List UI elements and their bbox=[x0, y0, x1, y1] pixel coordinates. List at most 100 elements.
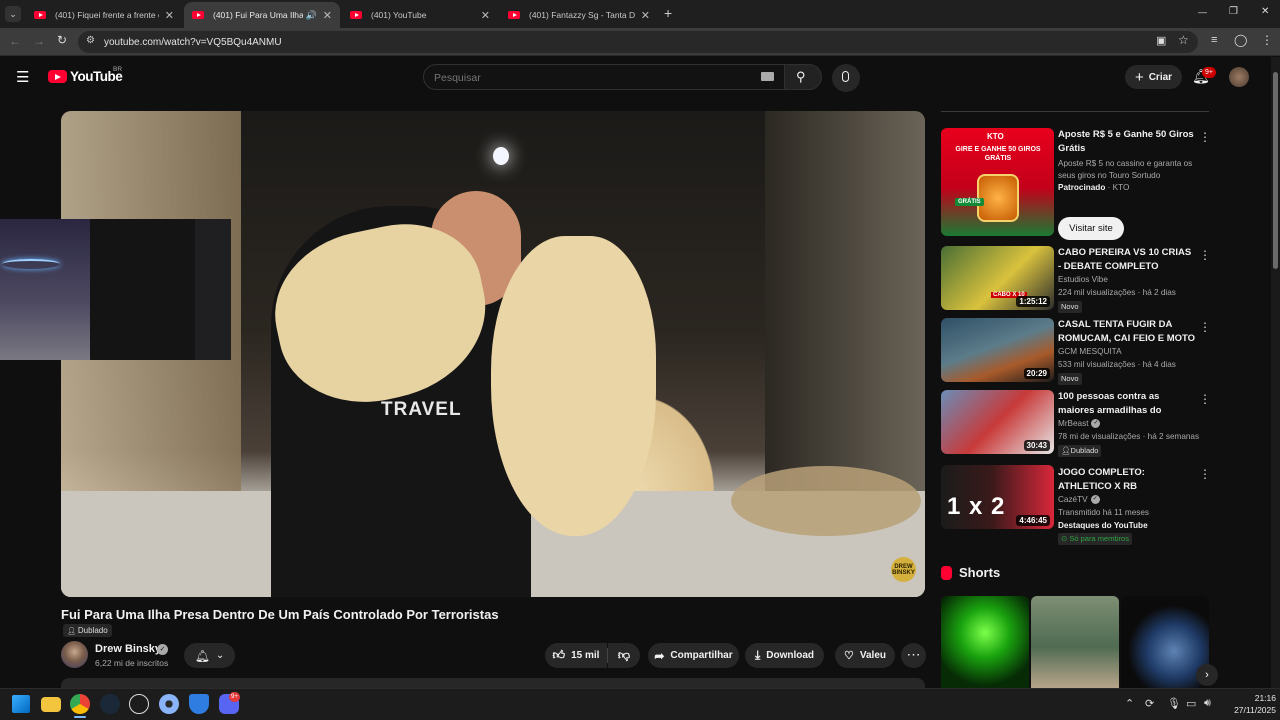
dislike-button[interactable]: 👎︎ bbox=[608, 643, 640, 668]
video-thumbnail[interactable]: CABO X 10 1:25:12 bbox=[941, 246, 1054, 310]
volume-icon[interactable]: 🔊︎ bbox=[1204, 697, 1211, 710]
voice-search-button[interactable] bbox=[832, 64, 860, 92]
settings-gear-icon[interactable] bbox=[159, 694, 179, 714]
more-options-icon[interactable]: ⋮ bbox=[1199, 249, 1211, 261]
url-text[interactable]: youtube.com/watch?v=VQ5BQu4ANMU bbox=[104, 37, 282, 48]
steam-icon[interactable] bbox=[100, 694, 120, 714]
active-app-indicator bbox=[74, 716, 86, 718]
browser-tab[interactable]: (401) YouTube ✕ bbox=[342, 2, 498, 28]
site-info-icon[interactable]: ⚙ bbox=[86, 35, 95, 46]
video-title[interactable]: JOGO COMPLETO: ATHLETICO X RB BRAGANTINO… bbox=[1058, 466, 1196, 493]
taskbar-time[interactable]: 21:16 bbox=[1240, 693, 1276, 703]
channel-watermark[interactable]: DREW BINSKY bbox=[891, 557, 916, 582]
thumbs-down-icon: 👎︎ bbox=[617, 648, 631, 662]
like-button[interactable]: 👍︎ 15 mil bbox=[545, 643, 607, 668]
share-button[interactable]: ➦ Compartilhar bbox=[648, 643, 739, 668]
search-button[interactable]: ⚲ bbox=[784, 64, 822, 90]
security-shield-icon[interactable] bbox=[189, 694, 209, 714]
create-button[interactable]: + Criar bbox=[1125, 65, 1182, 89]
close-tab-icon[interactable]: ✕ bbox=[323, 9, 332, 22]
cast-icon[interactable]: ▣ bbox=[1156, 34, 1166, 47]
video-thumbnail[interactable]: 1 x 2 4:46:45 bbox=[941, 465, 1054, 529]
file-explorer-icon[interactable] bbox=[41, 697, 61, 712]
ad-sponsor-line: Patrocinado · KTO bbox=[1058, 183, 1130, 192]
video-duration: 30:43 bbox=[1023, 440, 1050, 451]
reload-icon[interactable]: ↻ bbox=[57, 33, 67, 47]
bookmark-star-icon[interactable]: ☆ bbox=[1178, 33, 1189, 47]
windows-start-icon[interactable] bbox=[12, 695, 30, 713]
bell-icon: 🔔︎ bbox=[194, 648, 210, 663]
more-options-icon[interactable]: ⋮ bbox=[1199, 321, 1211, 333]
chrome-menu-icon[interactable]: ⋮ bbox=[1261, 33, 1273, 47]
tray-chevron-icon[interactable]: ⌃ bbox=[1125, 697, 1134, 710]
profile-icon[interactable]: ◯ bbox=[1234, 33, 1247, 47]
media-controls-icon[interactable]: ≡ bbox=[1211, 34, 1217, 46]
chrome-icon[interactable] bbox=[70, 694, 90, 714]
shorts-logo-icon bbox=[941, 565, 952, 580]
shorts-next-button[interactable]: › bbox=[1196, 664, 1218, 686]
short-thumbnail[interactable] bbox=[941, 596, 1029, 688]
channel-avatar[interactable] bbox=[61, 641, 88, 668]
tray-microphone-icon[interactable]: 🎙︎ bbox=[1167, 697, 1181, 710]
scrollbar-thumb[interactable] bbox=[1273, 72, 1278, 269]
more-options-icon[interactable]: ⋮ bbox=[1199, 131, 1211, 143]
sponsored-ad[interactable]: KTO GIRE E GANHE 50 GIROS GRÁTIS GRÁTIS … bbox=[941, 128, 1211, 243]
download-button[interactable]: ⤓ Download bbox=[745, 643, 824, 668]
search-input[interactable] bbox=[434, 70, 744, 85]
taskbar-date[interactable]: 27/11/2025 bbox=[1222, 705, 1276, 715]
webcam-chair bbox=[90, 219, 195, 360]
back-arrow-icon[interactable]: ← bbox=[9, 34, 21, 48]
youtube-logo[interactable]: YouTube bbox=[48, 69, 123, 84]
new-tab-button[interactable]: + bbox=[664, 5, 672, 21]
video-title[interactable]: CASAL TENTA FUGIR DA ROMUCAM, CAI FEIO E… bbox=[1058, 318, 1196, 345]
minimize-button[interactable]: — bbox=[1198, 7, 1207, 17]
video-thumbnail[interactable]: 20:29 bbox=[941, 318, 1054, 382]
close-tab-icon[interactable]: ✕ bbox=[165, 9, 174, 22]
channel-name[interactable]: Estudios Vibe bbox=[1058, 275, 1108, 284]
channel-name[interactable]: MrBeast bbox=[1058, 419, 1088, 428]
video-duration: 1:25:12 bbox=[1016, 296, 1050, 307]
recommended-video[interactable]: CABO X 10 1:25:12 CABO PEREIRA VS 10 CRI… bbox=[941, 246, 1211, 313]
channel-name[interactable]: Drew Binsky bbox=[95, 643, 161, 655]
video-title[interactable]: CABO PEREIRA VS 10 CRIAS - DEBATE COMPLE… bbox=[1058, 246, 1196, 273]
thanks-button[interactable]: ♡ Valeu bbox=[835, 643, 895, 668]
video-title[interactable]: 100 pessoas contra as maiores armadilhas… bbox=[1058, 390, 1196, 417]
search-box[interactable] bbox=[423, 64, 785, 90]
subscription-bell-button[interactable]: 🔔︎ ⌄ bbox=[184, 643, 235, 668]
video-frame-shirt-text: TRAVEL bbox=[381, 399, 462, 420]
recommended-video[interactable]: 1 x 2 4:46:45 JOGO COMPLETO: ATHLETICO X… bbox=[941, 465, 1211, 547]
recommended-video[interactable]: 30:43 100 pessoas contra as maiores arma… bbox=[941, 390, 1211, 457]
forward-arrow-icon[interactable]: → bbox=[33, 34, 45, 48]
visit-site-button[interactable]: Visitar site bbox=[1058, 217, 1124, 240]
video-duration: 20:29 bbox=[1023, 368, 1050, 379]
ad-thumbnail[interactable]: KTO GIRE E GANHE 50 GIROS GRÁTIS GRÁTIS bbox=[941, 128, 1054, 236]
display-icon[interactable]: ▭ bbox=[1186, 697, 1196, 710]
video-frame-lamp bbox=[493, 147, 509, 165]
sync-icon[interactable]: ⟳ bbox=[1145, 697, 1154, 710]
keyboard-icon[interactable] bbox=[761, 72, 774, 81]
ad-title[interactable]: Aposte R$ 5 e Ganhe 50 Giros Grátis bbox=[1058, 128, 1196, 155]
search-icon: ⚲ bbox=[796, 69, 806, 84]
account-avatar[interactable] bbox=[1229, 67, 1249, 87]
close-window-button[interactable]: ✕ bbox=[1261, 6, 1269, 17]
restore-button[interactable]: ❐ bbox=[1229, 6, 1238, 17]
tab-search-button[interactable]: ⌄ bbox=[5, 6, 21, 22]
browser-tab-active[interactable]: (401) Fui Para Uma Ilha Pres 🔊 ✕ bbox=[184, 2, 340, 28]
webcam-led-strip bbox=[2, 259, 60, 269]
more-options-icon[interactable]: ⋮ bbox=[1199, 393, 1211, 405]
notifications-badge: 9+ bbox=[1202, 67, 1216, 78]
video-thumbnail[interactable]: 30:43 bbox=[941, 390, 1054, 454]
menu-hamburger-icon[interactable]: ☰ bbox=[16, 68, 29, 86]
more-options-icon[interactable]: ⋮ bbox=[1199, 468, 1211, 480]
recommended-video[interactable]: 20:29 CASAL TENTA FUGIR DA ROMUCAM, CAI … bbox=[941, 318, 1211, 385]
clock-app-icon[interactable] bbox=[129, 694, 149, 714]
close-tab-icon[interactable]: ✕ bbox=[641, 9, 650, 22]
browser-tab[interactable]: (401) Fantazzy Sg - Tanta Dopan ✕ bbox=[500, 2, 658, 28]
audio-playing-icon[interactable]: 🔊 bbox=[306, 10, 317, 21]
channel-name[interactable]: CazéTV bbox=[1058, 495, 1088, 504]
browser-tab[interactable]: (401) Fiquei frente a frente com ✕ bbox=[26, 2, 182, 28]
more-actions-button[interactable]: ⋯ bbox=[901, 643, 926, 668]
close-tab-icon[interactable]: ✕ bbox=[481, 9, 490, 22]
short-thumbnail[interactable] bbox=[1031, 596, 1119, 688]
channel-name[interactable]: GCM MESQUITA bbox=[1058, 347, 1122, 356]
